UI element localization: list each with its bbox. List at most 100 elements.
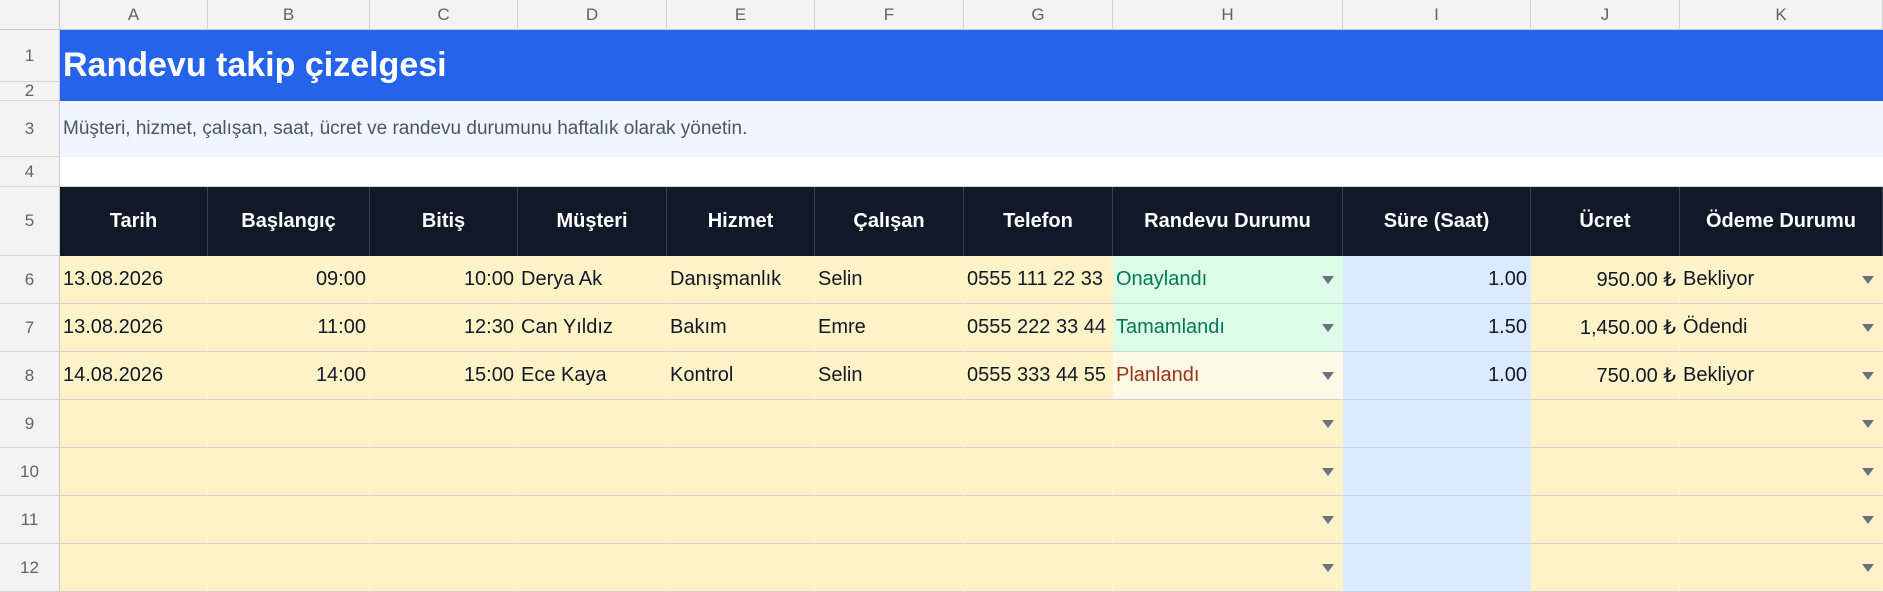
date-cell[interactable] [60, 400, 208, 448]
chevron-down-icon[interactable] [1322, 564, 1334, 572]
column-header-i[interactable]: I [1343, 0, 1531, 30]
payment-status-dropdown[interactable] [1680, 400, 1883, 448]
fee-cell[interactable]: 1,450.00 ₺ [1531, 304, 1680, 352]
chevron-down-icon[interactable] [1322, 276, 1334, 284]
phone-cell[interactable]: 0555 333 44 55 [964, 352, 1113, 400]
sheet-title[interactable]: Randevu takip çizelgesi [60, 30, 1883, 101]
start-time-cell[interactable]: 11:00 [208, 304, 370, 352]
column-header-f[interactable]: F [815, 0, 964, 30]
staff-cell[interactable] [815, 448, 964, 496]
fee-cell[interactable] [1531, 496, 1680, 544]
date-cell[interactable] [60, 544, 208, 592]
duration-cell[interactable]: 1.00 [1343, 352, 1531, 400]
phone-cell[interactable] [964, 400, 1113, 448]
row-header-7[interactable]: 7 [0, 304, 60, 352]
phone-cell[interactable] [964, 544, 1113, 592]
row-header-1[interactable]: 1 [0, 30, 60, 82]
chevron-down-icon[interactable] [1862, 468, 1874, 476]
end-time-cell[interactable] [370, 400, 518, 448]
staff-cell[interactable] [815, 400, 964, 448]
duration-cell[interactable]: 1.50 [1343, 304, 1531, 352]
duration-cell[interactable]: 1.00 [1343, 256, 1531, 304]
row-header-3[interactable]: 3 [0, 101, 60, 157]
sheet-subtitle[interactable]: Müşteri, hizmet, çalışan, saat, ücret ve… [60, 101, 1883, 157]
start-time-cell[interactable] [208, 448, 370, 496]
service-cell[interactable]: Bakım [667, 304, 815, 352]
column-header-b[interactable]: B [208, 0, 370, 30]
chevron-down-icon[interactable] [1322, 516, 1334, 524]
appointment-status-dropdown[interactable] [1113, 448, 1343, 496]
column-header-k[interactable]: K [1680, 0, 1883, 30]
row-header-2[interactable]: 2 [0, 81, 60, 101]
column-header-j[interactable]: J [1531, 0, 1680, 30]
column-title-5[interactable]: Hizmet [667, 187, 815, 256]
column-header-h[interactable]: H [1113, 0, 1343, 30]
chevron-down-icon[interactable] [1322, 324, 1334, 332]
start-time-cell[interactable]: 14:00 [208, 352, 370, 400]
column-header-c[interactable]: C [370, 0, 518, 30]
appointment-status-dropdown[interactable] [1113, 400, 1343, 448]
staff-cell[interactable]: Emre [815, 304, 964, 352]
date-cell[interactable]: 14.08.2026 [60, 352, 208, 400]
row-header-12[interactable]: 12 [0, 544, 60, 592]
column-header-e[interactable]: E [667, 0, 815, 30]
service-cell[interactable] [667, 448, 815, 496]
appointment-status-dropdown[interactable]: Tamamlandı [1113, 304, 1343, 352]
start-time-cell[interactable] [208, 544, 370, 592]
row-header-10[interactable]: 10 [0, 448, 60, 496]
chevron-down-icon[interactable] [1862, 516, 1874, 524]
row-header-8[interactable]: 8 [0, 352, 60, 400]
date-cell[interactable]: 13.08.2026 [60, 304, 208, 352]
column-title-7[interactable]: Telefon [964, 187, 1113, 256]
payment-status-dropdown[interactable] [1680, 448, 1883, 496]
row-header-5[interactable]: 5 [0, 187, 60, 256]
appointment-status-dropdown[interactable]: Planlandı [1113, 352, 1343, 400]
row-header-11[interactable]: 11 [0, 496, 60, 544]
chevron-down-icon[interactable] [1862, 420, 1874, 428]
phone-cell[interactable] [964, 448, 1113, 496]
end-time-cell[interactable]: 12:30 [370, 304, 518, 352]
row-header-6[interactable]: 6 [0, 256, 60, 304]
staff-cell[interactable]: Selin [815, 352, 964, 400]
row-header-9[interactable]: 9 [0, 400, 60, 448]
column-title-1[interactable]: Tarih [60, 187, 208, 256]
column-title-4[interactable]: Müşteri [518, 187, 667, 256]
column-title-2[interactable]: Başlangıç [208, 187, 370, 256]
date-cell[interactable] [60, 496, 208, 544]
chevron-down-icon[interactable] [1862, 564, 1874, 572]
payment-status-dropdown[interactable]: Ödendi [1680, 304, 1883, 352]
column-title-9[interactable]: Süre (Saat) [1343, 187, 1531, 256]
column-title-11[interactable]: Ödeme Durumu [1680, 187, 1883, 256]
phone-cell[interactable] [964, 496, 1113, 544]
appointment-status-dropdown[interactable]: Onaylandı [1113, 256, 1343, 304]
empty-row-4[interactable] [60, 157, 1883, 187]
chevron-down-icon[interactable] [1862, 324, 1874, 332]
start-time-cell[interactable] [208, 496, 370, 544]
end-time-cell[interactable]: 10:00 [370, 256, 518, 304]
appointment-status-dropdown[interactable] [1113, 496, 1343, 544]
duration-cell[interactable] [1343, 400, 1531, 448]
customer-cell[interactable] [518, 400, 667, 448]
chevron-down-icon[interactable] [1322, 468, 1334, 476]
column-header-a[interactable]: A [60, 0, 208, 30]
service-cell[interactable]: Danışmanlık [667, 256, 815, 304]
chevron-down-icon[interactable] [1862, 372, 1874, 380]
duration-cell[interactable] [1343, 448, 1531, 496]
customer-cell[interactable] [518, 496, 667, 544]
column-title-8[interactable]: Randevu Durumu [1113, 187, 1343, 256]
date-cell[interactable] [60, 448, 208, 496]
row-header-4[interactable]: 4 [0, 157, 60, 187]
staff-cell[interactable]: Selin [815, 256, 964, 304]
customer-cell[interactable]: Can Yıldız [518, 304, 667, 352]
fee-cell[interactable] [1531, 400, 1680, 448]
start-time-cell[interactable] [208, 400, 370, 448]
fee-cell[interactable]: 950.00 ₺ [1531, 256, 1680, 304]
column-title-3[interactable]: Bitiş [370, 187, 518, 256]
service-cell[interactable]: Kontrol [667, 352, 815, 400]
start-time-cell[interactable]: 09:00 [208, 256, 370, 304]
customer-cell[interactable]: Derya Ak [518, 256, 667, 304]
end-time-cell[interactable] [370, 496, 518, 544]
customer-cell[interactable]: Ece Kaya [518, 352, 667, 400]
service-cell[interactable] [667, 496, 815, 544]
appointment-status-dropdown[interactable] [1113, 544, 1343, 592]
